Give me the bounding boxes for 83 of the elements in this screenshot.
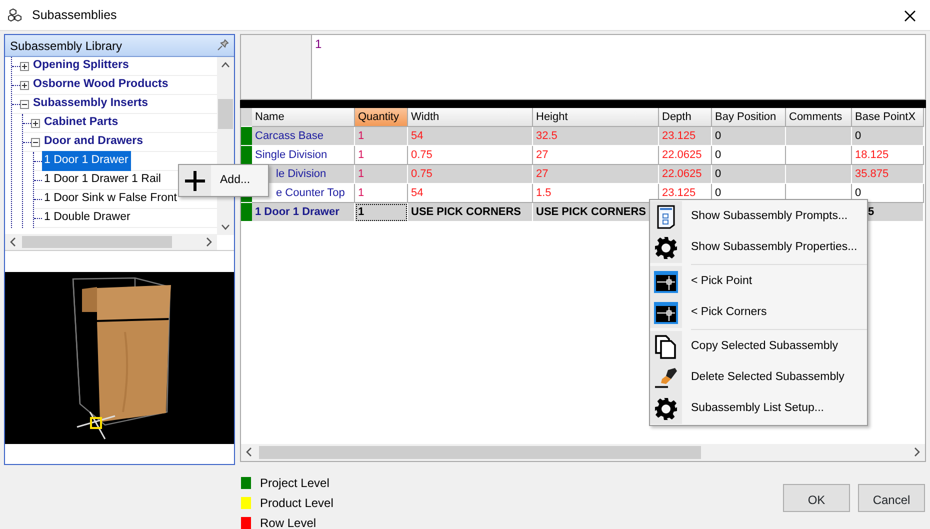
table-cell (786, 146, 852, 165)
collapse-toggle[interactable] (20, 100, 29, 108)
legend-label: Project Level (260, 475, 330, 492)
window-title: Subassemblies (32, 6, 117, 24)
eraser-icon (654, 366, 678, 388)
side-panel (240, 34, 311, 100)
tree-folder[interactable]: Subassembly Inserts (33, 95, 148, 113)
menu-item[interactable]: Subassembly List Setup... (650, 393, 867, 424)
document-icon (657, 204, 675, 228)
column-header[interactable]: Comments (786, 108, 852, 127)
menu-item[interactable]: < Pick Corners (650, 297, 867, 328)
app-icon (8, 8, 24, 22)
table-cell: 0 (852, 127, 924, 146)
column-header[interactable]: Height (533, 108, 659, 127)
scroll-thumb[interactable] (259, 446, 701, 459)
settings-icon (654, 396, 678, 420)
column-header[interactable]: Width (408, 108, 533, 127)
dialog-button[interactable]: OK (783, 484, 850, 512)
table-cell: 1 Door 1 Drawer (252, 203, 355, 222)
table-cell: 1 (355, 146, 408, 165)
tree-item[interactable]: 1 Door Sink w False Front (42, 189, 180, 209)
table-cell: 18.125 (852, 146, 924, 165)
tree-item[interactable]: 1 Double Drawer (42, 208, 134, 228)
table-cell: 35.875 (852, 165, 924, 184)
legend-label: Product Level (260, 495, 334, 512)
plus-icon (184, 170, 206, 192)
copy-icon (655, 334, 677, 358)
menu-item[interactable]: Show Subassembly Properties... (650, 232, 867, 263)
expand-toggle[interactable] (20, 62, 29, 70)
tree-folder[interactable]: Osborne Wood Products (33, 76, 168, 94)
table-cell: 22.0625 (659, 165, 712, 184)
menu-item[interactable]: < Pick Point (650, 266, 867, 297)
column-header[interactable]: Depth (659, 108, 712, 127)
column-header[interactable]: Bay Position (712, 108, 786, 127)
table-cell: 22.0625 (659, 146, 712, 165)
expand-toggle[interactable] (20, 80, 29, 90)
table-cell: 0 (852, 184, 924, 203)
table-cell (786, 127, 852, 146)
tree-folder[interactable]: Cabinet Parts (44, 114, 118, 132)
settings-icon (654, 236, 678, 260)
table-cell: 1 (355, 203, 408, 222)
table-cell: 1 (355, 127, 408, 146)
table-cell: 23.125 (659, 127, 712, 146)
panel-title: Subassembly Library (10, 38, 122, 54)
table-cell: 0 (712, 146, 786, 165)
menu-item[interactable]: Delete Selected Subassembly (650, 362, 867, 393)
table-cell: 27 (533, 165, 659, 184)
table-cell: USE PICK CORNERS (408, 203, 533, 222)
column-header[interactable]: Base PointX (852, 108, 924, 127)
pin-icon[interactable] (216, 39, 229, 52)
tree-folder[interactable]: Door and Drawers (44, 133, 144, 151)
table-cell: 32.5 (533, 127, 659, 146)
menu-item[interactable]: Add... (179, 165, 268, 196)
horizontal-scrollbar[interactable] (5, 234, 217, 250)
crosshair-window-icon (654, 302, 678, 324)
legend-label: Row Level (260, 515, 316, 529)
tree-item[interactable]: 1 Door 1 Drawer 1 Rail (42, 170, 164, 190)
table-cell: 54 (408, 127, 533, 146)
table-cell: 54 (408, 184, 533, 203)
menu-item[interactable]: Copy Selected Subassembly (650, 331, 867, 362)
table-cell: 1 (355, 165, 408, 184)
scroll-thumb[interactable] (218, 99, 233, 129)
table-cell: 0.75 (408, 146, 533, 165)
table-cell: 0 (712, 165, 786, 184)
column-header[interactable]: Quantity (355, 108, 408, 127)
crosshair-window-icon (654, 270, 678, 292)
table-cell: 0 (712, 127, 786, 146)
horizontal-scrollbar[interactable] (241, 444, 925, 461)
tree-item[interactable]: 1 Door 1 Drawer (42, 151, 132, 171)
table-cell: 27 (533, 146, 659, 165)
collapse-toggle[interactable] (31, 138, 40, 146)
table-cell (786, 165, 852, 184)
close-icon (904, 10, 916, 22)
table-cell: 0.75 (408, 165, 533, 184)
table-cell: 1.5 (533, 184, 659, 203)
dialog-button[interactable]: Cancel (858, 484, 925, 512)
table-cell: 1 (355, 184, 408, 203)
quantity-field[interactable]: 1 (311, 34, 926, 100)
scroll-thumb[interactable] (22, 236, 172, 248)
expand-toggle[interactable] (31, 118, 40, 128)
table-cell: Carcass Base (252, 127, 355, 146)
tree-folder[interactable]: Opening Splitters (33, 57, 129, 75)
column-header[interactable]: Name (252, 108, 355, 127)
